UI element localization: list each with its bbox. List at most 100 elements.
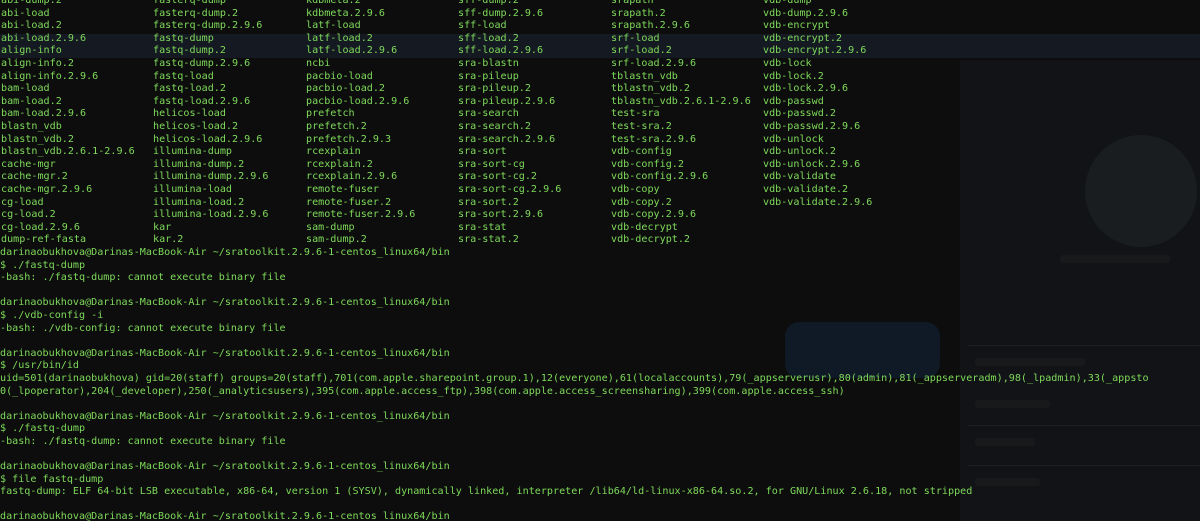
listing-item: blastn_vdb.2 (1, 133, 74, 145)
listing-item: latf-load.2 (306, 32, 373, 44)
prompt-line: darinaobukhova@Darinas-MacBook-Air ~/sra… (0, 246, 450, 258)
listing-item: vdb-validate.2.9.6 (763, 196, 873, 208)
listing-item: helicos-load.2.9.6 (153, 133, 263, 145)
listing-item: sra-sort.2 (458, 196, 519, 208)
listing-item: vdb-validate.2 (763, 183, 849, 195)
listing-item: sra-sort-cg.2.9.6 (458, 183, 562, 195)
command-line: $ file fastq-dump (0, 473, 104, 485)
listing-item: sra-sort (458, 146, 507, 158)
listing-item: illumina-dump (153, 146, 233, 158)
listing-item: kar.2 (153, 234, 184, 246)
prompt-line: darinaobukhova@Darinas-MacBook-Air ~/sra… (0, 297, 450, 309)
listing-item: test-sra.2.9.6 (611, 133, 697, 145)
listing-item: fastq-load.2.9.6 (153, 95, 251, 107)
listing-item: test-sra.2 (611, 120, 672, 132)
listing-item: tblastn_vdb.2 (611, 83, 691, 95)
listing-item: sra-stat (458, 221, 507, 233)
command-line: $ ./fastq-dump (0, 423, 86, 435)
listing-item: align-info.2 (1, 57, 74, 69)
listing-item: vdb-copy.2 (611, 196, 672, 208)
listing-item: helicos-load.2 (153, 120, 239, 132)
listing-column-2: fasterq-dump fasterq-dump.2 fasterq-dump.2… (153, 0, 268, 247)
listing-item: vdb-copy (611, 183, 660, 195)
listing-item: sra-pileup (458, 70, 519, 82)
listing-item: sra-pileup.2.9.6 (458, 95, 556, 107)
listing-item: remote-fuser (306, 183, 379, 195)
command-line: $ /usr/bin/id (0, 360, 80, 372)
listing-item: pacbio-load (306, 70, 373, 82)
listing-item: fasterq-dump.2.9.6 (153, 20, 263, 32)
listing-item: vdb-config.2.9.6 (611, 171, 709, 183)
listing-item: fastq-dump.2.9.6 (153, 57, 251, 69)
listing-item: kar (153, 221, 172, 233)
listing-item: cache-mgr.2.9.6 (1, 183, 93, 195)
listing-item: sra-sort.2.9.6 (458, 209, 544, 221)
listing-item: vdb-encrypt (763, 20, 830, 32)
listing-item: srf-load.2 (611, 45, 672, 57)
listing-item: vdb-validate (763, 171, 836, 183)
listing-item: vdb-lock (763, 57, 812, 69)
listing-item: illumina-load (153, 183, 233, 195)
listing-item: sra-stat.2 (458, 234, 519, 246)
output-line: -bash: ./vdb-config: cannot execute bina… (0, 322, 286, 334)
listing-item: vdb-lock.2 (763, 70, 824, 82)
listing-item: sam-dump (306, 221, 355, 233)
listing-item: vdb-dump.2.9.6 (763, 7, 849, 19)
listing-item: sra-sort-cg.2 (458, 171, 538, 183)
listing-item: srapath.2.9.6 (611, 20, 691, 32)
listing-item: vdb-passwd (763, 95, 824, 107)
prompt-line: darinaobukhova@Darinas-MacBook-Air ~/sra… (0, 347, 450, 359)
listing-item: illumina-dump.2 (153, 158, 245, 170)
listing-item: vdb-copy.2.9.6 (611, 209, 697, 221)
listing-item: sff-load (458, 20, 507, 32)
listing-item: abi-load (1, 7, 50, 19)
directory-listing: abi-dump.2 abi-load abi-load.2 abi-load.2.9… (0, 0, 1200, 245)
listing-item: tblastn_vdb.2.6.1-2.9.6 (611, 95, 751, 107)
command-line: $ ./fastq-dump (0, 259, 86, 271)
listing-item: remote-fuser.2 (306, 196, 392, 208)
listing-item: sff-load.2 (458, 32, 519, 44)
listing-item: kdbmeta.2.9.6 (306, 7, 386, 19)
listing-item: cg-load.2 (1, 209, 56, 221)
listing-item: sff-load.2.9.6 (458, 45, 544, 57)
listing-item: abi-load.2.9.6 (1, 32, 87, 44)
listing-item: cache-mgr.2 (1, 171, 68, 183)
listing-item: kdbmeta.2 (306, 0, 361, 6)
listing-item: helicos-load (153, 108, 226, 120)
listing-item: bam-load.2 (1, 95, 62, 107)
listing-item: align-info.2.9.6 (1, 70, 99, 82)
listing-item: sra-search (458, 108, 519, 120)
prompt-line: darinaobukhova@Darinas-MacBook-Air ~/sra… (0, 461, 450, 473)
listing-item: prefetch (306, 108, 355, 120)
listing-item: vdb-unlock.2.9.6 (763, 158, 861, 170)
listing-item: illumina-load.2 (153, 196, 245, 208)
output-line: -bash: ./fastq-dump: cannot execute bina… (0, 435, 286, 447)
listing-item: tblastn_vdb (611, 70, 678, 82)
terminal-window[interactable]: abi-dump.2 abi-load abi-load.2 abi-load.2.9… (0, 0, 1200, 521)
listing-item: fastq-dump (153, 32, 214, 44)
listing-item: cg-load.2.9.6 (1, 221, 81, 233)
listing-item: dump-ref-fasta (1, 234, 87, 246)
listing-item: vdb-passwd.2 (763, 108, 836, 120)
listing-item: vdb-dump (763, 0, 812, 6)
listing-item: srf-load (611, 32, 660, 44)
listing-item: rcexplain.2 (306, 158, 373, 170)
listing-item: fastq-load.2 (153, 83, 226, 95)
listing-item: abi-load.2 (1, 20, 62, 32)
listing-item: bam-load.2.9.6 (1, 108, 87, 120)
listing-item: sff-dump.2.9.6 (458, 7, 544, 19)
listing-item: abi-dump.2 (1, 0, 62, 6)
listing-item: prefetch.2.9.3 (306, 133, 392, 145)
listing-item: vdb-encrypt.2 (763, 32, 843, 44)
listing-item: vdb-unlock.2 (763, 146, 836, 158)
listing-item: illumina-dump.2.9.6 (153, 171, 269, 183)
listing-item: pacbio-load.2 (306, 83, 386, 95)
listing-item: latf-load (306, 20, 361, 32)
terminal-session: darinaobukhova@Darinas-MacBook-Air ~/sra… (0, 234, 1200, 521)
listing-item: vdb-config (611, 146, 672, 158)
listing-item: test-sra (611, 108, 660, 120)
